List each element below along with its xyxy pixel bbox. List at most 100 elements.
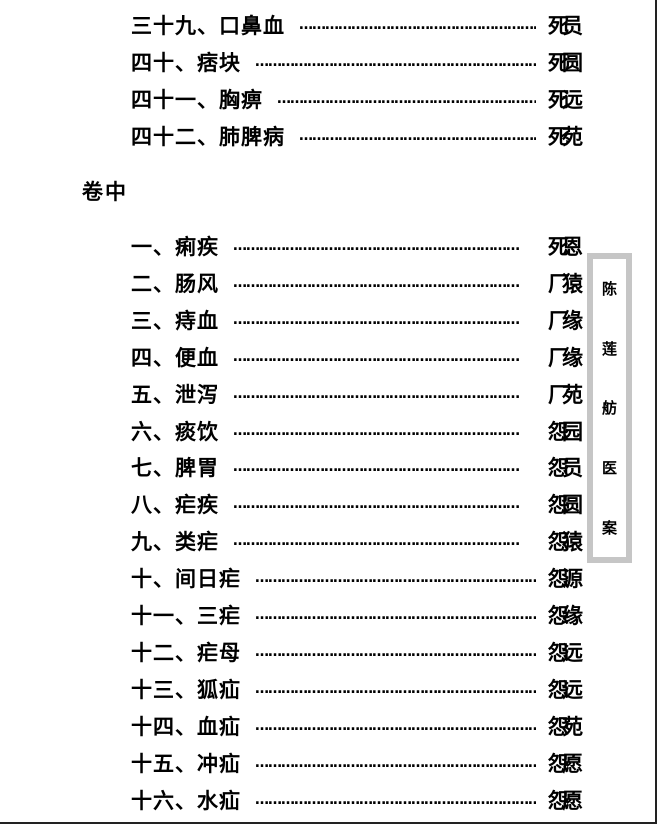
dot-leader: ………………………………………………………… xyxy=(299,17,536,33)
toc-entry-title: 十五、冲疝 xyxy=(131,751,241,776)
toc-entry[interactable]: 八、疟疾 ………………………………………………………… 怨圆 xyxy=(0,489,600,519)
toc-entry-title: 一、痢疾 xyxy=(131,235,219,259)
toc-entry-page: 厂缘 xyxy=(548,305,583,335)
toc-entry[interactable]: 十二、疟母 ………………………………………………………… 怨远 xyxy=(0,637,600,667)
toc-entry-page: 死员 xyxy=(548,10,583,40)
toc-entry-title: 三十九、口鼻血 xyxy=(131,14,285,38)
toc-entry-page: 怨缘 xyxy=(548,600,583,630)
dot-leader: ………………………………………………………… xyxy=(233,459,520,476)
toc-entry[interactable]: 十一、三疟 ………………………………………………………… 怨缘 xyxy=(0,600,600,630)
toc-entry[interactable]: 四十二、肺脾病 ………………………………………………………… 死苑 xyxy=(0,121,600,151)
toc-entry-title: 四十一、胸痹 xyxy=(131,88,263,112)
page-glyph-a: 厂 xyxy=(548,345,569,370)
dot-leader: ………………………………………………………… xyxy=(233,274,520,291)
toc-entry-page: 怨远 xyxy=(548,674,583,704)
toc-entry-page: 怨愿 xyxy=(548,785,583,815)
toc-entry[interactable]: 七、脾胃 ………………………………………………………… 怨员 xyxy=(0,452,600,482)
page-glyph-a: 死 xyxy=(548,125,569,149)
book-title-char: 莲 xyxy=(601,339,617,358)
toc-entry[interactable]: 十三、狐疝 ………………………………………………………… 怨远 xyxy=(0,674,600,704)
dot-leader: ………………………………………………………… xyxy=(233,385,520,402)
dot-leader: ………………………………………………………… xyxy=(255,717,536,734)
page-glyph-b: 圆 xyxy=(562,493,583,518)
toc-entry-page: 怨愿 xyxy=(548,748,583,778)
page-glyph-b: 猿 xyxy=(562,271,583,296)
toc-entry[interactable]: 四十一、胸痹 ………………………………………………………… 死远 xyxy=(0,84,600,114)
dot-leader: ………………………………………………………… xyxy=(277,91,536,107)
toc-entry[interactable]: 四、便血 ………………………………………………………… 厂缘 xyxy=(0,342,600,372)
book-title-tab[interactable]: 陈 莲 舫 医 案 xyxy=(587,253,632,563)
toc-entry[interactable]: 五、泄泻 ………………………………………………………… 厂苑 xyxy=(0,379,600,409)
toc-entry[interactable]: 六、痰饮 ………………………………………………………… 怨园 xyxy=(0,416,600,446)
page-glyph-a: 怨 xyxy=(548,493,569,518)
toc-entry[interactable]: 十、间日疟 ………………………………………………………… 怨源 xyxy=(0,563,600,593)
page-glyph-b: 园 xyxy=(562,419,583,444)
toc-entry-page: 怨园 xyxy=(548,416,583,446)
page-glyph-a: 厂 xyxy=(548,271,569,296)
toc-entry[interactable]: 三十九、口鼻血 ………………………………………………………… 死员 xyxy=(0,10,600,40)
dot-leader: ………………………………………………………… xyxy=(255,570,536,587)
toc-entry-title: 十二、疟母 xyxy=(131,640,241,665)
page-glyph-b: 愿 xyxy=(562,788,583,813)
page-glyph-a: 怨 xyxy=(548,530,569,555)
toc-entry[interactable]: 十四、血疝 ………………………………………………………… 怨苑 xyxy=(0,711,600,741)
page-glyph-a: 死 xyxy=(548,88,569,112)
dot-leader: ………………………………………………………… xyxy=(233,422,520,439)
page-glyph-b: 缘 xyxy=(562,604,583,628)
page-glyph-b: 圆 xyxy=(562,51,583,75)
toc-entry-title: 八、疟疾 xyxy=(131,493,219,518)
toc-entry-page: 厂猿 xyxy=(548,268,583,298)
dot-leader: ………………………………………………………… xyxy=(233,496,520,513)
page-glyph-b: 苑 xyxy=(562,714,583,739)
toc-entry-page: 死圆 xyxy=(548,47,583,77)
toc-entry-page: 怨苑 xyxy=(548,711,583,741)
dot-leader: ………………………………………………………… xyxy=(233,238,520,254)
toc-entry-page: 死苑 xyxy=(548,121,583,151)
toc-entry-title: 四十二、肺脾病 xyxy=(131,125,285,149)
page-glyph-b: 苑 xyxy=(562,382,583,407)
toc-entry-title: 四、便血 xyxy=(131,345,219,370)
toc-entry-title: 九、类疟 xyxy=(131,530,219,555)
toc-entry-title: 四十、痞块 xyxy=(131,51,241,75)
page-glyph-a: 怨 xyxy=(548,751,569,776)
dot-leader: ………………………………………………………… xyxy=(233,311,520,328)
toc-entry-title: 五、泄泻 xyxy=(131,382,219,407)
dot-leader: ………………………………………………………… xyxy=(255,607,536,623)
page-glyph-b: 恩 xyxy=(562,235,583,259)
page-glyph-b: 源 xyxy=(562,567,583,592)
dot-leader: ………………………………………………………… xyxy=(255,680,536,697)
toc-entry[interactable]: 十五、冲疝 ………………………………………………………… 怨愿 xyxy=(0,748,600,778)
toc-entry-page: 死远 xyxy=(548,84,583,114)
page-glyph-a: 死 xyxy=(548,14,569,38)
toc-entry-title: 十、间日疟 xyxy=(131,567,241,592)
page-glyph-a: 怨 xyxy=(548,640,569,665)
toc-entry[interactable]: 四十、痞块 ………………………………………………………… 死圆 xyxy=(0,47,600,77)
toc-entry[interactable]: 十六、水疝 ………………………………………………………… 怨愿 xyxy=(0,785,600,815)
page-glyph-b: 远 xyxy=(562,640,583,665)
page-glyph-a: 死 xyxy=(548,235,569,259)
toc-entry[interactable]: 三、痔血 ………………………………………………………… 厂缘 xyxy=(0,305,600,335)
toc-entry-title: 十四、血疝 xyxy=(131,714,241,739)
page-glyph-b: 缘 xyxy=(562,345,583,370)
page-glyph-b: 猿 xyxy=(562,530,583,555)
toc-entry[interactable]: 九、类疟 ………………………………………………………… 怨猿 xyxy=(0,526,600,556)
toc-entry-page: 怨猿 xyxy=(548,526,583,556)
dot-leader: ………………………………………………………… xyxy=(255,754,536,771)
section-title: 卷中 xyxy=(82,180,128,204)
toc-entry[interactable]: 二、肠风 ………………………………………………………… 厂猿 xyxy=(0,268,600,298)
book-title-char: 舫 xyxy=(601,399,617,418)
page-glyph-b: 苑 xyxy=(562,125,583,149)
page-glyph-a: 怨 xyxy=(548,714,569,739)
toc-entry[interactable]: 一、痢疾 ………………………………………………………… 死恩 xyxy=(0,231,600,261)
toc-entry-page: 怨圆 xyxy=(548,489,583,519)
page-glyph-b: 远 xyxy=(562,88,583,112)
page-glyph-b: 缘 xyxy=(562,308,583,333)
toc-entry-title: 十一、三疟 xyxy=(131,604,241,628)
page-glyph-b: 远 xyxy=(562,677,583,702)
toc-entry-page: 怨源 xyxy=(548,563,583,593)
page-glyph-a: 怨 xyxy=(548,567,569,592)
toc-entry-title: 十六、水疝 xyxy=(131,788,241,813)
page-glyph-b: 员 xyxy=(562,14,583,38)
toc-entry-page: 死恩 xyxy=(548,231,583,261)
book-title-char: 案 xyxy=(601,518,617,537)
